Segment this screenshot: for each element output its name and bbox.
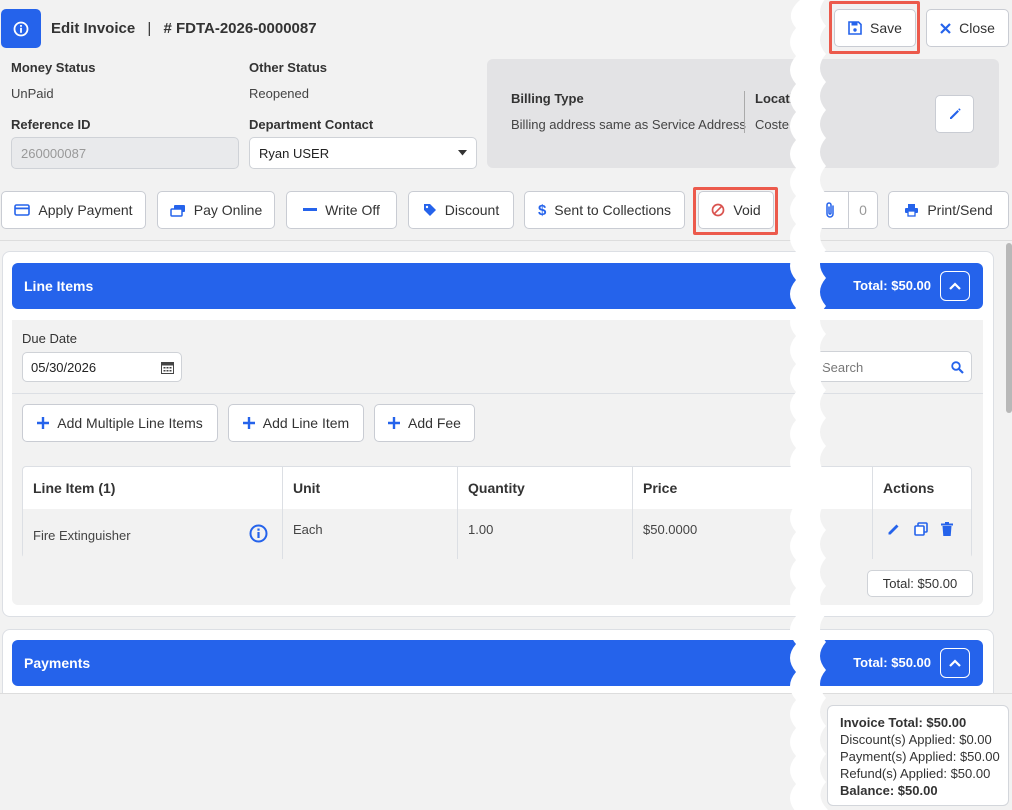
plus-icon <box>242 417 255 429</box>
plus-icon <box>388 417 401 429</box>
credit-card-icon <box>14 204 31 216</box>
department-contact-value: Ryan USER <box>259 146 330 161</box>
pay-online-label: Pay Online <box>193 202 263 218</box>
close-button[interactable]: Close <box>926 9 1009 47</box>
sent-to-collections-label: Sent to Collections <box>554 202 672 218</box>
discount-label: Discount <box>444 202 500 218</box>
column-header-line-item: Line Item (1) <box>23 467 283 509</box>
department-contact-label: Department Contact <box>249 117 374 132</box>
line-items-footer-total: Total: $50.00 <box>867 570 973 597</box>
write-off-button[interactable]: Write Off <box>286 191 397 229</box>
chevron-up-icon <box>949 282 961 290</box>
line-item-name-cell: Fire Extinguisher <box>23 509 283 559</box>
billing-panel <box>487 59 999 168</box>
summary-payments: Payment(s) Applied: $50.00 <box>840 749 1000 764</box>
line-items-total: Total: $50.00 <box>853 278 931 293</box>
payments-total: Total: $50.00 <box>853 655 931 670</box>
money-status-value: UnPaid <box>11 86 54 101</box>
billing-divider <box>744 91 745 133</box>
due-date-label: Due Date <box>22 331 77 346</box>
close-label: Close <box>959 20 995 36</box>
minus-icon <box>303 208 318 211</box>
reference-id-label: Reference ID <box>11 117 91 132</box>
other-status-value: Reopened <box>249 86 309 101</box>
dollar-icon: $ <box>537 201 547 219</box>
print-send-button[interactable]: Print/Send <box>888 191 1009 229</box>
attachments-count: 0 <box>859 202 867 218</box>
due-date-value: 05/30/2026 <box>31 360 97 375</box>
line-item-unit: Each <box>283 509 458 559</box>
summary-balance: Balance: $50.00 <box>840 783 938 798</box>
add-fee-label: Add Fee <box>408 415 461 431</box>
line-item-quantity: 1.00 <box>458 509 633 559</box>
payment-cards-icon <box>170 204 185 217</box>
column-header-actions: Actions <box>883 480 935 496</box>
calendar-icon[interactable] <box>161 361 174 374</box>
summary-invoice-total: Invoice Total: $50.00 <box>840 715 967 730</box>
department-contact-select[interactable]: Ryan USER <box>249 137 477 169</box>
scrollbar-thumb[interactable] <box>1006 243 1012 413</box>
pencil-icon <box>949 108 961 119</box>
due-date-input[interactable]: 05/30/2026 <box>22 352 182 382</box>
save-highlight <box>829 1 920 54</box>
line-item-actions <box>873 509 973 559</box>
title-separator: | <box>147 20 152 37</box>
line-item-name: Fire Extinguisher <box>33 528 131 543</box>
add-line-item-button[interactable]: Add Line Item <box>228 404 364 442</box>
close-icon <box>940 22 951 34</box>
tag-icon <box>423 204 436 216</box>
line-items-title: Line Items <box>24 278 94 294</box>
chevron-up-icon <box>949 659 961 667</box>
sent-to-collections-button[interactable]: $ Sent to Collections <box>524 191 685 229</box>
edit-invoice-title: Edit Invoice <box>51 20 136 37</box>
torn-edge-separator <box>790 0 828 810</box>
apply-payment-label: Apply Payment <box>38 202 133 218</box>
add-fee-button[interactable]: Add Fee <box>374 404 475 442</box>
info-button[interactable] <box>1 9 41 48</box>
copy-icon[interactable] <box>914 522 928 536</box>
billing-type-value: Billing address same as Service Address <box>511 117 746 132</box>
caret-down-icon <box>458 150 467 156</box>
invoice-summary: Invoice Total: $50.00 Discount(s) Applie… <box>827 705 1009 806</box>
column-header-quantity: Quantity <box>458 467 633 509</box>
printer-icon <box>905 204 919 217</box>
column-header-unit: Unit <box>283 467 458 509</box>
info-icon <box>13 21 29 36</box>
page-title: Edit Invoice | # FDTA-2026-0000087 <box>51 20 317 37</box>
billing-type-label: Billing Type <box>511 91 584 106</box>
discount-button[interactable]: Discount <box>408 191 514 229</box>
trash-icon[interactable] <box>941 522 953 536</box>
collapse-payments-button[interactable] <box>940 648 970 678</box>
money-status-label: Money Status <box>11 60 96 75</box>
add-line-item-label: Add Line Item <box>262 415 350 431</box>
print-send-label: Print/Send <box>927 202 993 218</box>
pay-online-button[interactable]: Pay Online <box>157 191 275 229</box>
collapse-line-items-button[interactable] <box>940 271 970 301</box>
reference-id-field: 260000087 <box>11 137 239 169</box>
void-highlight <box>693 187 778 235</box>
summary-discounts: Discount(s) Applied: $0.00 <box>840 732 992 747</box>
payments-title: Payments <box>24 655 91 671</box>
info-icon[interactable] <box>249 524 268 543</box>
edit-billing-button[interactable] <box>935 95 974 133</box>
other-status-label: Other Status <box>249 60 328 75</box>
edit-icon[interactable] <box>887 522 901 536</box>
search-icon[interactable] <box>951 361 964 374</box>
plus-icon <box>37 417 50 429</box>
summary-refunds: Refund(s) Applied: $50.00 <box>840 766 991 781</box>
write-off-label: Write Off <box>325 202 380 218</box>
add-multiple-line-items-button[interactable]: Add Multiple Line Items <box>22 404 218 442</box>
apply-payment-button[interactable]: Apply Payment <box>1 191 146 229</box>
add-multiple-label: Add Multiple Line Items <box>57 415 203 431</box>
invoice-number: # FDTA-2026-0000087 <box>163 20 317 37</box>
